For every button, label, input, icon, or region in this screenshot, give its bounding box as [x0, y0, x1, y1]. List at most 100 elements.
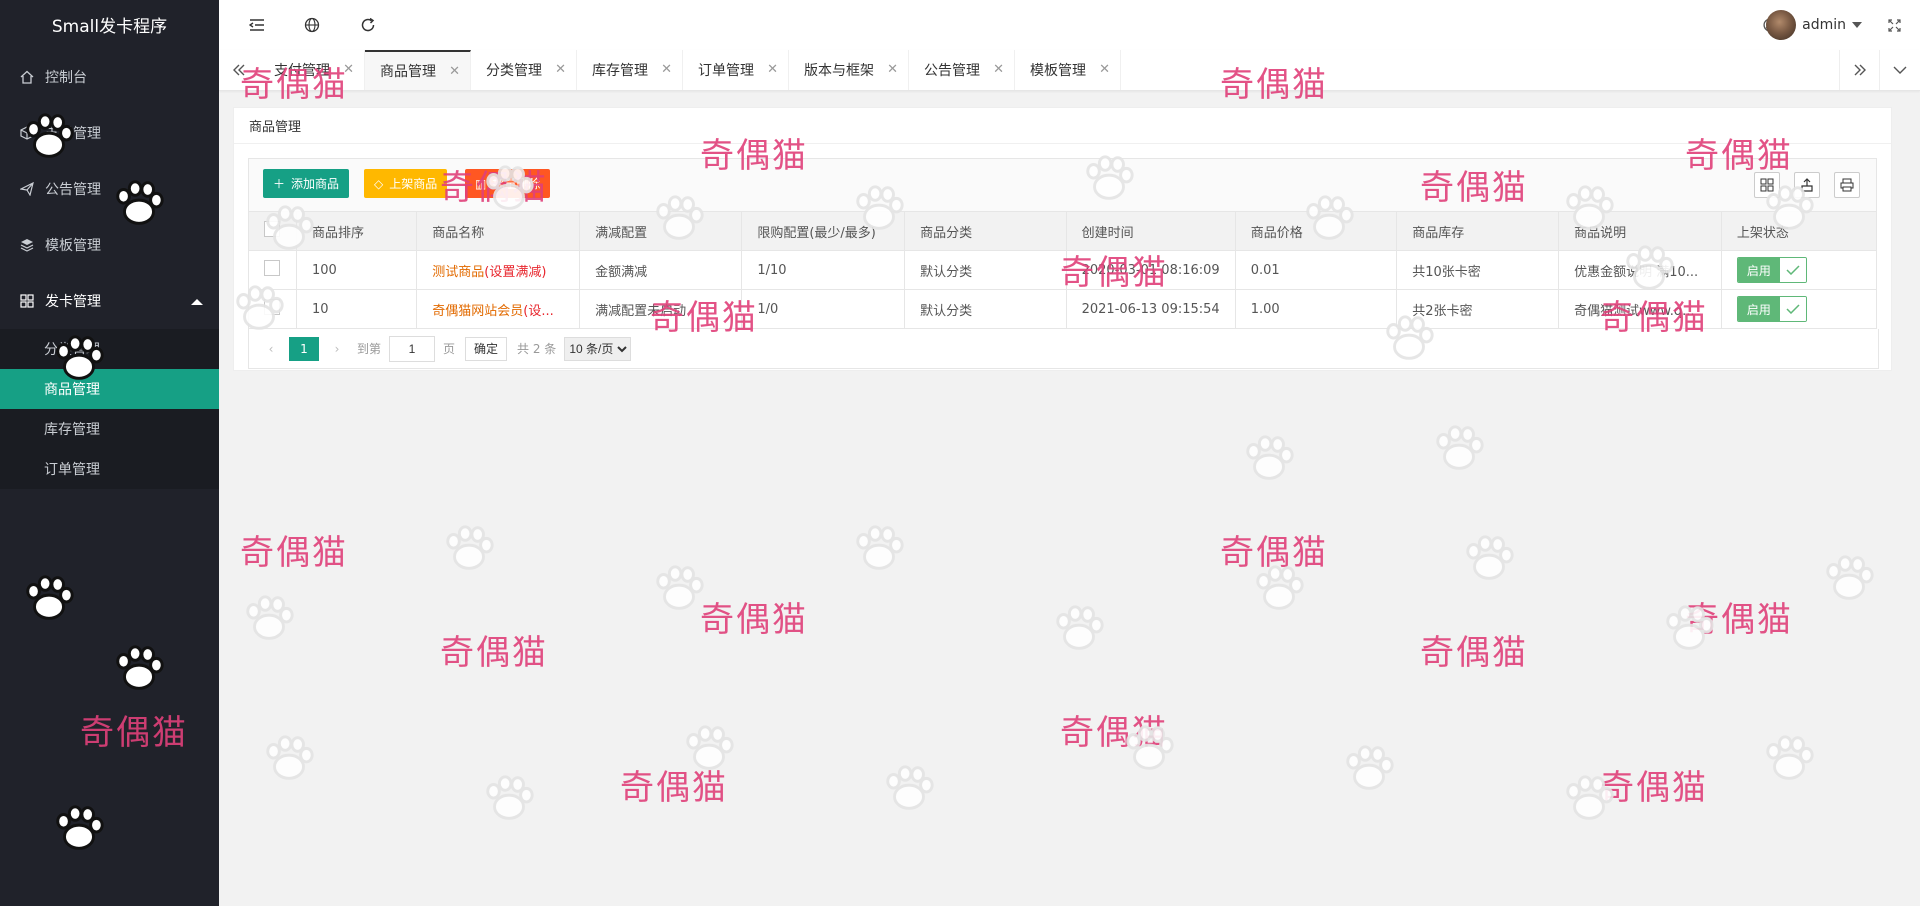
print-icon[interactable]: [1834, 172, 1860, 198]
tab-template[interactable]: 模板管理 ✕: [1015, 50, 1121, 90]
close-icon[interactable]: ✕: [343, 62, 354, 77]
tab-payment[interactable]: 支付管理 ✕: [259, 50, 365, 90]
batch-delete-button[interactable]: ▥ 批量删除: [465, 169, 551, 198]
column-header[interactable]: 商品库存: [1396, 211, 1560, 251]
close-icon[interactable]: ✕: [767, 62, 778, 77]
column-header[interactable]: 商品排序: [295, 211, 418, 251]
page-jump-confirm-button[interactable]: 确定: [465, 336, 508, 361]
paw-watermark-icon: [246, 595, 294, 640]
cell-created: 2020-03-01 08:16:09: [1065, 250, 1236, 290]
tab-category[interactable]: 分类管理 ✕: [471, 50, 577, 90]
page-current[interactable]: 1: [289, 336, 319, 361]
cell-name[interactable]: 测试商品(设置满减): [416, 250, 581, 290]
select-all-cell: [248, 211, 297, 251]
app-logo[interactable]: Small发卡程序: [0, 0, 219, 49]
export-icon[interactable]: [1794, 172, 1820, 198]
panel-title: 商品管理: [234, 108, 1891, 144]
sidebar-item-dashboard[interactable]: 控制台: [0, 49, 219, 105]
refresh-icon[interactable]: [358, 15, 378, 35]
sidebar-item-notice[interactable]: 公告管理: [0, 161, 219, 217]
apps-icon: [19, 293, 35, 309]
row-checkbox[interactable]: [264, 299, 280, 315]
prev-page-icon[interactable]: ‹: [259, 342, 283, 356]
check-icon: [1779, 258, 1806, 282]
paw-watermark-icon: [1126, 725, 1174, 770]
send-icon: [19, 181, 35, 197]
button-label: 上架商品: [389, 177, 438, 191]
columns-filter-icon[interactable]: [1754, 172, 1780, 198]
close-icon[interactable]: ✕: [1099, 62, 1110, 77]
button-label: 批量删除: [492, 177, 541, 191]
status-toggle[interactable]: 启用: [1736, 257, 1807, 283]
page-size-select[interactable]: 10 条/页: [564, 336, 632, 361]
tab-label: 库存管理: [592, 63, 648, 79]
user-menu[interactable]: admin: [1766, 10, 1862, 40]
column-header[interactable]: 商品价格: [1234, 211, 1398, 251]
sidebar-subitem-goods[interactable]: 商品管理: [0, 369, 219, 409]
sidebar-item-label: 控制台: [45, 70, 87, 86]
paw-watermark-icon: [1436, 425, 1484, 470]
column-header[interactable]: 创建时间: [1065, 211, 1236, 251]
column-header[interactable]: 商品名称: [416, 211, 581, 251]
goods-name-link[interactable]: 测试商品(设置满减): [432, 265, 546, 280]
close-icon[interactable]: ✕: [449, 64, 460, 79]
trash-icon: ▥: [475, 176, 487, 191]
goods-panel: 商品管理 ＋添加商品 ◇ 上架商品 ▥ 批量删除 商品排序 商品名称 满减配置 …: [233, 107, 1892, 371]
close-icon[interactable]: ✕: [887, 62, 898, 77]
tab-label: 模板管理: [1030, 63, 1086, 79]
menu-fold-icon[interactable]: [247, 15, 267, 35]
tab-label: 支付管理: [274, 63, 330, 79]
fullscreen-icon[interactable]: [1884, 15, 1904, 35]
tab-goods[interactable]: 商品管理 ✕: [365, 50, 471, 90]
column-header[interactable]: 满减配置: [579, 211, 743, 251]
pagination: ‹ 1 › 到第 页 确定 共 2 条 10 条/页: [248, 329, 1879, 369]
column-header[interactable]: 限购配置(最少/最多): [741, 211, 906, 251]
close-icon[interactable]: ✕: [555, 62, 566, 77]
goods-name-link[interactable]: 奇偶猫网站会员(设...: [432, 304, 554, 319]
avatar: [1766, 10, 1797, 40]
status-toggle[interactable]: 启用: [1736, 296, 1807, 322]
paw-watermark-icon: [656, 565, 704, 610]
column-header[interactable]: 商品分类: [904, 211, 1067, 251]
watermark-logo: 奇偶猫: [1685, 600, 1793, 640]
globe-icon[interactable]: [302, 15, 322, 35]
sidebar-subitem-orders[interactable]: 订单管理: [0, 449, 219, 489]
tab-version[interactable]: 版本与框架 ✕: [789, 50, 909, 90]
cell-stock: 共10张卡密: [1396, 250, 1560, 290]
tabs-scroll-right-icon[interactable]: [1839, 50, 1880, 90]
watermark-logo: 奇偶猫: [1220, 533, 1328, 573]
sidebar-subitem-stock[interactable]: 库存管理: [0, 409, 219, 449]
tabs-menu-icon[interactable]: [1879, 50, 1920, 90]
sidebar-subitem-category[interactable]: 分类管理: [0, 329, 219, 369]
page-jump-input[interactable]: [389, 335, 436, 362]
column-header[interactable]: 商品说明: [1558, 211, 1722, 251]
tab-stock[interactable]: 库存管理 ✕: [577, 50, 683, 90]
select-all-checkbox[interactable]: [264, 221, 280, 237]
sidebar-item-card[interactable]: 发卡管理: [0, 273, 219, 329]
row-checkbox[interactable]: [264, 260, 280, 276]
tab-orders[interactable]: 订单管理 ✕: [683, 50, 789, 90]
sidebar-item-label: 发卡管理: [45, 294, 101, 310]
goods-name-suffix: (设...: [523, 303, 554, 319]
table-row: 100 测试商品(设置满减) 金额满减 1/10 默认分类 2020-03-01…: [248, 250, 1878, 290]
page-unit-label: 页: [443, 342, 456, 356]
user-name: admin: [1802, 17, 1846, 33]
shelf-goods-button[interactable]: ◇ 上架商品: [364, 169, 448, 198]
top-header: admin: [219, 0, 1920, 51]
next-page-icon[interactable]: ›: [325, 342, 349, 356]
goods-table: 商品排序 商品名称 满减配置 限购配置(最少/最多) 商品分类 创建时间 商品价…: [248, 211, 1878, 329]
cell-limit: 1/0: [741, 289, 906, 329]
paw-watermark-icon: [266, 735, 314, 780]
cell-name[interactable]: 奇偶猫网站会员(设...: [416, 289, 581, 329]
close-icon[interactable]: ✕: [993, 62, 1004, 77]
close-icon[interactable]: ✕: [661, 62, 672, 77]
add-goods-button[interactable]: ＋ 添加商品: [263, 169, 350, 198]
tab-notice[interactable]: 公告管理 ✕: [909, 50, 1015, 90]
tabs-scroll-left-icon[interactable]: [219, 50, 259, 90]
paw-watermark-icon: [1766, 735, 1814, 780]
sidebar-item-label: 公告管理: [45, 182, 101, 198]
cell-status: 启用: [1720, 289, 1878, 329]
sidebar-item-payment[interactable]: 支付管理: [0, 105, 219, 161]
column-header[interactable]: 上架状态: [1720, 211, 1878, 251]
sidebar-item-template[interactable]: 模板管理: [0, 217, 219, 273]
